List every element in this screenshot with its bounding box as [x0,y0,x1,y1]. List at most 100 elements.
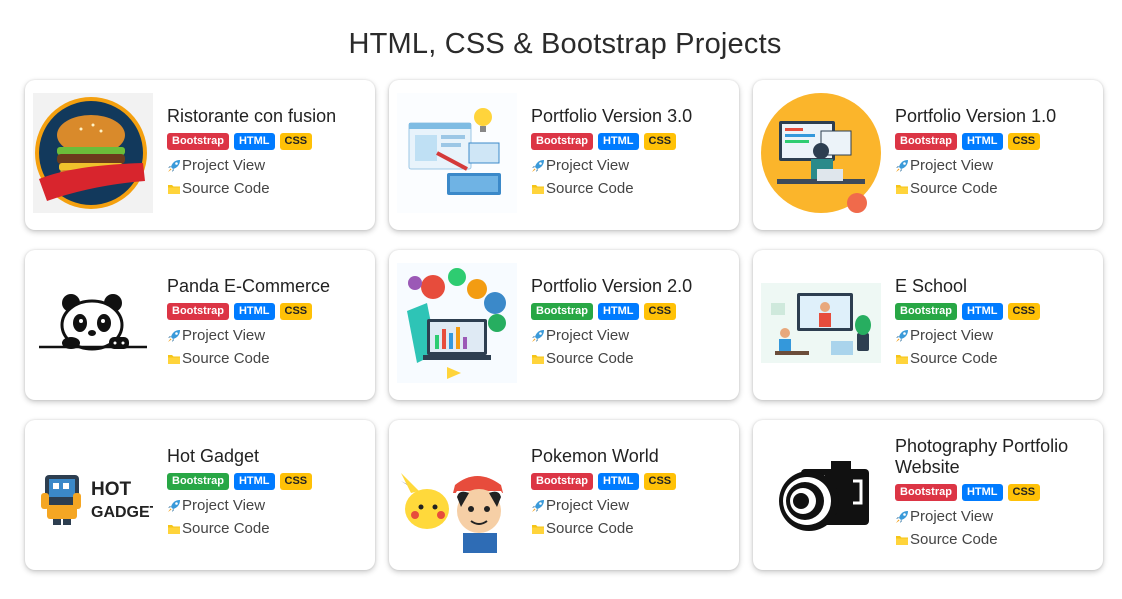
logo-text: HOT [91,479,132,500]
source-code-label: Source Code [910,350,998,367]
project-title: Portfolio Version 3.0 [531,106,693,126]
project-card: Pokemon World Bootstrap HTML CSS Project… [389,420,739,570]
project-view-link[interactable]: Project View [531,324,729,347]
project-thumbnail [397,93,517,213]
project-card: E School Bootstrap HTML CSS Project View… [753,250,1103,400]
source-code-link[interactable]: Source Code [531,347,729,370]
source-code-label: Source Code [910,180,998,197]
tech-badges: Bootstrap HTML CSS [895,133,1093,150]
project-info: Ristorante con fusion Bootstrap HTML CSS… [167,106,365,200]
source-code-label: Source Code [182,180,270,197]
source-code-link[interactable]: Source Code [167,177,365,200]
css-badge: CSS [279,473,313,490]
source-code-link[interactable]: Source Code [531,177,729,200]
tech-badges: Bootstrap HTML CSS [167,303,365,320]
project-title: Photography Portfolio Website [895,436,1069,477]
project-view-link[interactable]: Project View [167,154,365,177]
tech-badges: Bootstrap HTML CSS [531,303,729,320]
css-badge: CSS [1007,133,1041,150]
project-view-link[interactable]: Project View [167,494,365,517]
tech-badges: Bootstrap HTML CSS [895,484,1093,501]
project-view-link[interactable]: Project View [531,154,729,177]
project-view-label: Project View [182,157,266,174]
project-title: E School [895,276,968,296]
html-badge: HTML [961,303,1003,320]
logo-text: GADGETS [91,504,153,521]
source-code-link[interactable]: Source Code [167,347,365,370]
bootstrap-badge: Bootstrap [531,303,593,320]
folder-icon [896,354,908,364]
source-code-link[interactable]: Source Code [167,517,365,540]
project-thumbnail [761,93,881,213]
project-thumbnail [761,433,881,553]
bootstrap-badge: Bootstrap [531,133,593,150]
rocket-icon [168,329,180,342]
folder-icon [168,184,180,194]
project-card: Photography Portfolio Website Bootstrap … [753,420,1103,570]
project-thumbnail: HOT GADGETS [33,433,153,553]
folder-icon [532,354,544,364]
bootstrap-badge: Bootstrap [895,484,957,501]
folder-icon [532,524,544,534]
source-code-link[interactable]: Source Code [531,517,729,540]
source-code-link[interactable]: Source Code [895,347,1093,370]
html-badge: HTML [233,133,275,150]
project-title: Portfolio Version 1.0 [895,106,1057,126]
source-code-label: Source Code [546,180,634,197]
source-code-label: Source Code [182,520,270,537]
tech-badges: Bootstrap HTML CSS [895,303,1093,320]
project-view-label: Project View [546,157,630,174]
project-info: Hot Gadget Bootstrap HTML CSS Project Vi… [167,446,365,540]
rocket-icon [168,499,180,512]
project-card: HOT GADGETS Hot Gadget Bootstrap HTML CS… [25,420,375,570]
rocket-icon [168,159,180,172]
bootstrap-badge: Bootstrap [167,303,229,320]
project-view-label: Project View [546,497,630,514]
source-code-label: Source Code [546,350,634,367]
project-info: Portfolio Version 1.0 Bootstrap HTML CSS… [895,106,1093,200]
source-code-label: Source Code [910,531,998,548]
source-code-label: Source Code [182,350,270,367]
css-badge: CSS [279,303,313,320]
tech-badges: Bootstrap HTML CSS [531,133,729,150]
camera-icon [761,433,881,553]
project-info: Panda E-Commerce Bootstrap HTML CSS Proj… [167,276,365,370]
rocket-icon [532,159,544,172]
source-code-link[interactable]: Source Code [895,528,1093,551]
project-title: Portfolio Version 2.0 [531,276,693,296]
folder-icon [896,535,908,545]
css-badge: CSS [279,133,313,150]
project-view-label: Project View [910,157,994,174]
panda-icon [33,263,153,383]
rocket-icon [896,159,908,172]
css-badge: CSS [643,303,677,320]
project-view-link[interactable]: Project View [531,494,729,517]
project-view-label: Project View [182,497,266,514]
css-badge: CSS [643,473,677,490]
project-title: Pokemon World [531,446,659,466]
folder-icon [532,184,544,194]
html-badge: HTML [597,133,639,150]
pokemon-illustration-icon [397,433,517,553]
project-view-link[interactable]: Project View [895,154,1093,177]
project-view-link[interactable]: Project View [895,324,1093,347]
project-view-link[interactable]: Project View [895,505,1093,528]
project-view-label: Project View [546,327,630,344]
css-badge: CSS [1007,484,1041,501]
project-title: Hot Gadget [167,446,260,466]
project-info: Pokemon World Bootstrap HTML CSS Project… [531,446,729,540]
project-view-link[interactable]: Project View [167,324,365,347]
folder-icon [168,524,180,534]
web-design-illustration-icon [397,93,517,213]
bootstrap-badge: Bootstrap [895,133,957,150]
project-info: Portfolio Version 2.0 Bootstrap HTML CSS… [531,276,729,370]
project-info: E School Bootstrap HTML CSS Project View… [895,276,1093,370]
source-code-label: Source Code [546,520,634,537]
project-thumbnail [397,433,517,553]
source-code-link[interactable]: Source Code [895,177,1093,200]
project-thumbnail [33,93,153,213]
project-info: Portfolio Version 3.0 Bootstrap HTML CSS… [531,106,729,200]
page-title: HTML, CSS & Bootstrap Projects [348,28,782,60]
html-badge: HTML [597,473,639,490]
bootstrap-badge: Bootstrap [895,303,957,320]
